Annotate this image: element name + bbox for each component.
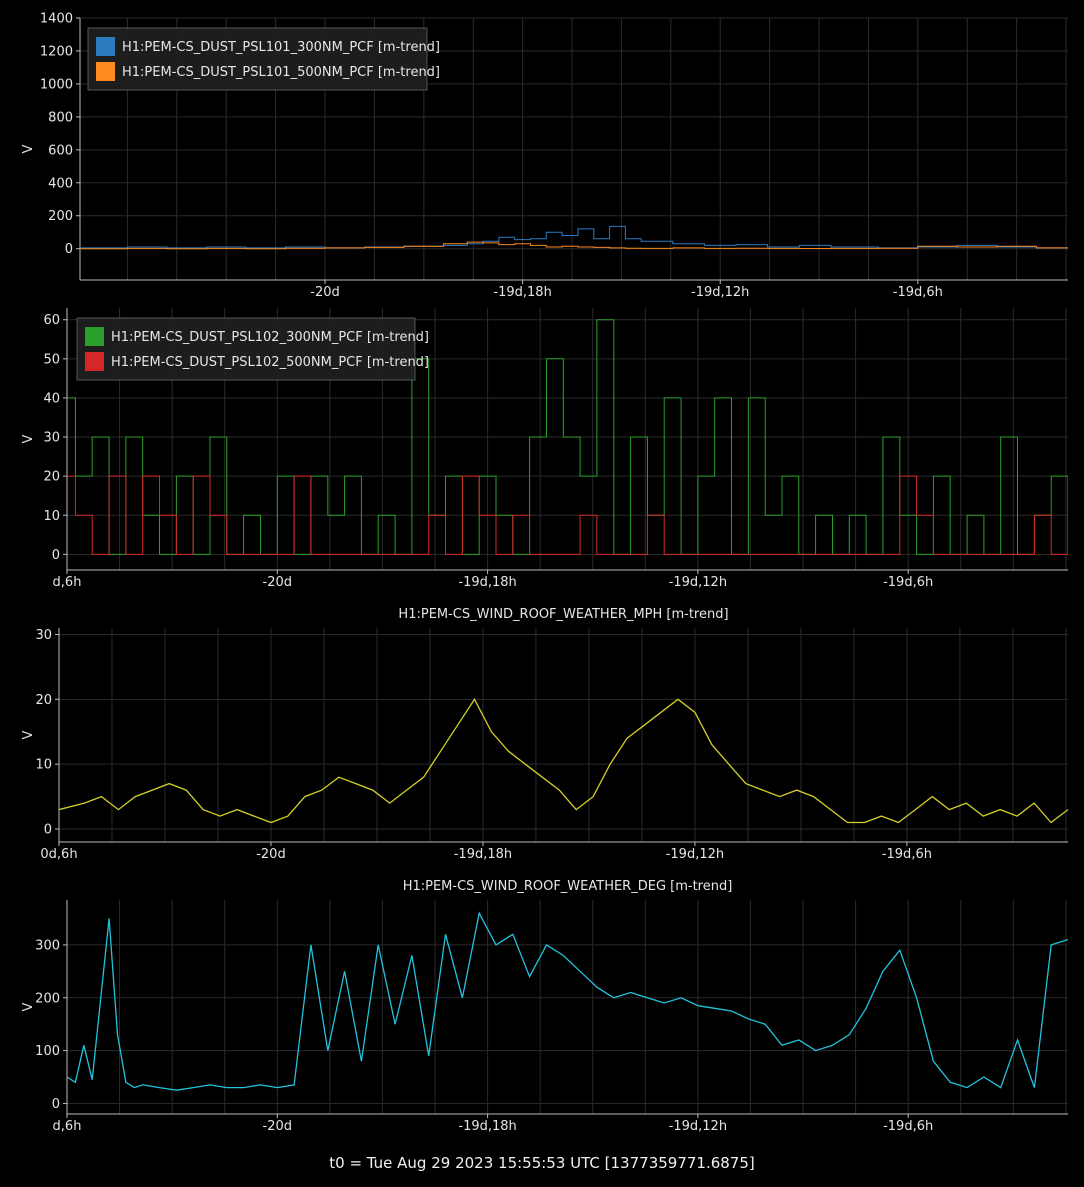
- y-axis-label: V: [21, 730, 36, 739]
- legend-label: H1:PEM-CS_DUST_PSL101_300NM_PCF [m-trend…: [122, 40, 440, 55]
- x-tick-label: -19d,6h: [893, 285, 943, 300]
- legend-box: [76, 317, 416, 381]
- y-tick-label: 0: [65, 242, 73, 257]
- x-tick-label: -19d,12h: [669, 1119, 727, 1134]
- grid: [58, 628, 1068, 842]
- series-line-1: [80, 225, 1068, 249]
- legend-swatch: [96, 37, 115, 56]
- y-tick-label: 400: [48, 176, 73, 191]
- y-tick-label: 200: [48, 209, 73, 224]
- x-tick-label: -19d,12h: [666, 847, 724, 862]
- y-tick-label: 1200: [40, 44, 73, 59]
- y-tick-label: 20: [43, 470, 60, 485]
- legend-label: H1:PEM-CS_DUST_PSL101_500NM_PCF [m-trend…: [122, 65, 440, 80]
- series-line-1: [67, 911, 1068, 1091]
- y-tick-label: 100: [35, 1044, 60, 1059]
- x-tick-label: -19d,6h: [882, 847, 932, 862]
- x-tick-label: -19d,18h: [493, 285, 551, 300]
- legend-swatch: [85, 352, 104, 371]
- y-tick-label: 800: [48, 110, 73, 125]
- x-tick-label: -20d: [256, 847, 286, 862]
- y-tick-label: 0: [52, 1097, 60, 1112]
- y-tick-label: 40: [43, 391, 60, 406]
- y-tick-label: 30: [35, 628, 52, 643]
- y-axis-label: V: [21, 434, 36, 443]
- y-tick-label: 200: [35, 991, 60, 1006]
- x-tick-label: -19d,18h: [458, 1119, 516, 1134]
- chart-figure: 0200400600800100012001400-20d -19d,18h -19…: [21, 12, 1068, 1134]
- x-tick-label: -20d: [263, 575, 293, 590]
- series-line-1: [59, 698, 1068, 824]
- panel-3: 0 10 20 30 0d,6h -20d -19d,18h -19d,12h -19d,6h V…: [21, 607, 1068, 862]
- legend-swatch: [96, 62, 115, 81]
- grid: [66, 900, 1068, 1114]
- x-tick-label: -19d,6h: [883, 575, 933, 590]
- x-tick-label: -19d,18h: [454, 847, 512, 862]
- footer-t0: t0 = Tue Aug 29 2023 15:55:53 UTC [13773…: [329, 1154, 755, 1172]
- x-tick-label: d,6h: [53, 1119, 82, 1134]
- y-tick-label: 300: [35, 938, 60, 953]
- y-tick-label: 600: [48, 143, 73, 158]
- y-tick-label: 60: [43, 313, 60, 328]
- x-tick-label: -19d,12h: [691, 285, 749, 300]
- y-tick-label: 50: [43, 352, 60, 367]
- panel-4: 0 100 200 300 d,6h -20d -19d,18h -19d,12h -19d,6…: [21, 879, 1068, 1134]
- y-tick-label: 20: [35, 693, 52, 708]
- x-tick-label: d,6h: [53, 575, 82, 590]
- y-axis-label: V: [21, 1002, 36, 1011]
- y-tick-label: 30: [43, 431, 60, 446]
- panel-title: H1:PEM-CS_WIND_ROOF_WEATHER_DEG [m-trend…: [403, 879, 733, 894]
- y-tick-label: 10: [35, 758, 52, 773]
- legend: H1:PEM-CS_DUST_PSL102_300NM_PCF [m-trend…: [76, 317, 429, 381]
- x-tick-label: -20d: [310, 285, 340, 300]
- legend-label: H1:PEM-CS_DUST_PSL102_500NM_PCF [m-trend…: [111, 355, 429, 370]
- panel-2: 0 10 20 30 40 50 60 d,6h -20d -19d,18h -19d,12h -19…: [21, 308, 1068, 590]
- y-tick-label: 1400: [40, 12, 73, 27]
- series-line-2: [80, 241, 1068, 250]
- y-tick-label: 0: [44, 823, 52, 838]
- series-group: [59, 698, 1068, 824]
- panel-1: 0 200 400 600 800 1000 1200 1400 -20d -19d,18h -19…: [21, 12, 1068, 300]
- legend-swatch: [85, 327, 104, 346]
- legend: H1:PEM-CS_DUST_PSL101_300NM_PCF [m-trend…: [87, 27, 440, 91]
- legend-label: H1:PEM-CS_DUST_PSL102_300NM_PCF [m-trend…: [111, 330, 429, 345]
- x-tick-label: -19d,18h: [458, 575, 516, 590]
- x-tick-label: -20d: [263, 1119, 293, 1134]
- x-tick-label: -19d,6h: [883, 1119, 933, 1134]
- series-group: [80, 225, 1068, 250]
- y-tick-label: 10: [43, 509, 60, 524]
- y-axis-label: V: [21, 144, 36, 153]
- y-tick-label: 0: [52, 548, 60, 563]
- series-group: [67, 911, 1068, 1091]
- panel-title: H1:PEM-CS_WIND_ROOF_WEATHER_MPH [m-trend…: [398, 607, 728, 622]
- y-tick-label: 1000: [40, 77, 73, 92]
- x-tick-label: -19d,12h: [669, 575, 727, 590]
- x-tick-label: 0d,6h: [40, 847, 77, 862]
- legend-box: [87, 27, 428, 91]
